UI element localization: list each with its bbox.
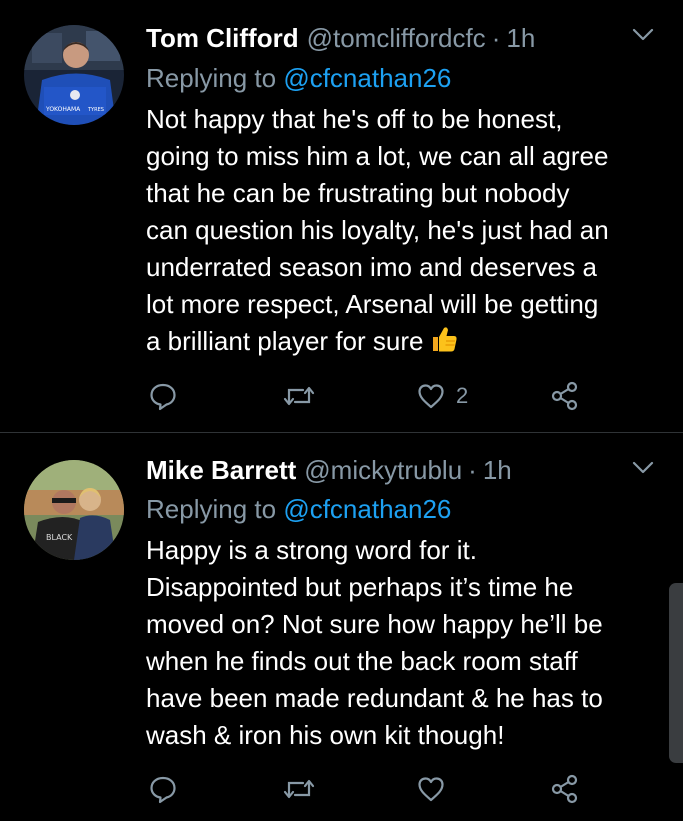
caret-down-icon[interactable] <box>632 461 654 475</box>
display-name[interactable]: Mike Barrett <box>146 452 296 488</box>
mention-link[interactable]: @cfcnathan26 <box>283 494 451 524</box>
avatar-shirt-text: YOKOHAMA <box>45 106 81 113</box>
avatar[interactable]: BLACK <box>24 460 124 560</box>
tweet-text-line: lot more respect, Arsenal will be gettin… <box>146 289 599 319</box>
tweet-text-line-last: a brilliant player for sure <box>146 323 666 360</box>
tweet-header: Mike Barrett @mickytrublu · 1h <box>146 452 512 488</box>
tweet-text-line: when he finds out the back room staff <box>146 646 578 676</box>
thumbs-up-emoji-icon <box>433 327 458 352</box>
scrollbar[interactable] <box>669 583 683 763</box>
share-button[interactable] <box>550 769 580 809</box>
separator-dot: · <box>468 455 477 485</box>
tweet[interactable]: BLACK Mike Barrett @mickytrublu · 1h Rep… <box>0 433 683 821</box>
tweet-text-line: Not happy that he's off to be honest, <box>146 104 563 134</box>
tweet-text-line: have been made redundant & he has to <box>146 683 603 713</box>
like-button[interactable] <box>416 769 446 809</box>
reply-button[interactable] <box>148 769 178 809</box>
replying-to: Replying to @cfcnathan26 <box>146 491 451 527</box>
share-button[interactable] <box>550 376 580 416</box>
replying-to: Replying to @cfcnathan26 <box>146 60 451 96</box>
avatar-shirt-text: BLACK <box>46 533 73 542</box>
separator-dot: · <box>491 23 501 53</box>
display-name[interactable]: Tom Clifford <box>146 20 299 56</box>
tweet-text: Not happy that he's off to be honest, go… <box>146 101 666 360</box>
tweet-text-line-content: a brilliant player for sure <box>146 326 424 356</box>
retweet-button[interactable] <box>282 769 316 809</box>
like-button[interactable]: 2 <box>416 376 468 416</box>
like-icon <box>418 777 444 802</box>
tweet-text-line: wash & iron his own kit though! <box>146 720 505 750</box>
replying-prefix: Replying to <box>146 63 277 93</box>
mention-link[interactable]: @cfcnathan26 <box>283 63 451 93</box>
tweet-text-line: underrated season imo and deserves a <box>146 252 597 282</box>
timestamp[interactable]: 1h <box>506 20 535 56</box>
reply-icon <box>150 383 176 411</box>
retweet-icon <box>283 779 315 799</box>
tweet-text-line: going to miss him a lot, we can all agre… <box>146 141 609 171</box>
svg-text:TYRES: TYRES <box>87 107 104 113</box>
tweet-actions <box>0 769 683 809</box>
user-handle[interactable]: @mickytrublu <box>304 452 462 488</box>
tweet-text-line: can question his loyalty, he's just had … <box>146 215 609 245</box>
avatar[interactable]: YOKOHAMA TYRES <box>24 25 124 125</box>
reply-icon <box>150 776 176 804</box>
like-count: 2 <box>456 383 469 408</box>
tweet-text-line: that he can be frustrating but nobody <box>146 178 570 208</box>
share-icon <box>551 381 578 411</box>
tweet-text-line: Happy is a strong word for it. <box>146 535 477 565</box>
retweet-button[interactable] <box>282 376 316 416</box>
tweet-text-line: Disappointed but perhaps it’s time he <box>146 572 574 602</box>
tweet-text: Happy is a strong word for it. Disappoin… <box>146 532 666 754</box>
tweet[interactable]: YOKOHAMA TYRES Tom Clifford @tomclifford… <box>0 0 683 432</box>
share-icon <box>551 774 578 804</box>
retweet-icon <box>283 386 315 406</box>
like-icon <box>418 384 444 409</box>
user-handle[interactable]: @tomcliffordcfc <box>307 20 486 56</box>
tweet-actions: 2 <box>0 376 683 416</box>
caret-down-icon[interactable] <box>632 28 654 42</box>
reply-button[interactable] <box>148 376 178 416</box>
timestamp[interactable]: 1h <box>483 452 512 488</box>
tweet-header: Tom Clifford @tomcliffordcfc · 1h <box>146 20 535 56</box>
replying-prefix: Replying to <box>146 494 277 524</box>
tweet-text-line: moved on? Not sure how happy he’ll be <box>146 609 603 639</box>
